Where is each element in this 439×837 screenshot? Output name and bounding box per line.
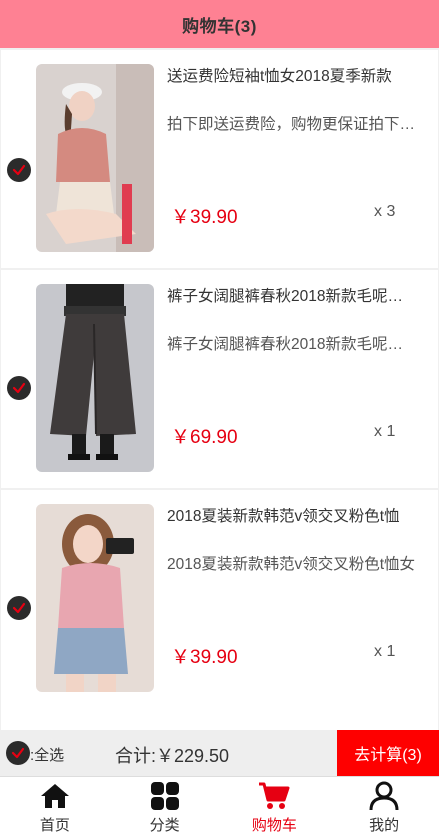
- product-quantity: x 1: [374, 643, 396, 660]
- item-checkbox[interactable]: [7, 376, 31, 400]
- product-title[interactable]: 送运费险短袖t恤女2018夏季新款: [167, 64, 417, 86]
- product-title[interactable]: 裤子女阔腿裤春秋2018新款毛呢高腰: [167, 284, 417, 306]
- cart-icon: [259, 782, 290, 809]
- header-bar: 购物车(3): [0, 0, 439, 48]
- select-all-checkbox[interactable]: [6, 741, 30, 765]
- product-description: 2018夏装新款韩范v领交叉粉色t恤女: [167, 556, 416, 573]
- check-icon: [12, 382, 26, 394]
- tab-category[interactable]: 分类: [110, 777, 220, 837]
- product-image[interactable]: [36, 504, 154, 692]
- tab-label: 购物车: [251, 817, 297, 834]
- cart-item[interactable]: 裤子女阔腿裤春秋2018新款毛呢高腰 裤子女阔腿裤春秋2018新款毛呢高腰垂感 …: [1, 270, 438, 488]
- tab-home[interactable]: 首页: [0, 777, 110, 837]
- tab-profile[interactable]: 我的: [329, 777, 439, 837]
- check-icon: [12, 602, 26, 614]
- product-price: ￥39.90: [171, 647, 238, 668]
- product-price: ￥39.90: [171, 207, 238, 228]
- tab-cart[interactable]: 购物车: [220, 777, 330, 837]
- bottom-tab-bar: 首页 分类 购物车 我的: [0, 776, 439, 837]
- page-title: 购物车(3): [182, 16, 257, 36]
- product-quantity: x 3: [374, 203, 396, 220]
- product-description: 拍下即送运费险，购物更保证拍下即送: [167, 116, 417, 133]
- home-icon: [40, 784, 69, 808]
- item-checkbox[interactable]: [7, 158, 31, 182]
- tab-label: 分类: [149, 817, 180, 834]
- cart-item-partial: [1, 708, 438, 730]
- checkout-button[interactable]: 去计算(3): [337, 730, 439, 776]
- item-checkbox[interactable]: [7, 596, 31, 620]
- product-description: 裤子女阔腿裤春秋2018新款毛呢高腰垂感: [167, 336, 417, 353]
- select-all-label[interactable]: :全选: [30, 744, 64, 765]
- check-icon: [12, 164, 26, 176]
- product-quantity: x 1: [374, 423, 396, 440]
- product-title[interactable]: 2018夏装新款韩范v领交叉粉色t恤: [167, 504, 417, 526]
- tab-label: 首页: [39, 817, 70, 834]
- product-image[interactable]: [36, 284, 154, 472]
- category-icon: [150, 782, 179, 810]
- product-price: ￥69.90: [171, 427, 238, 448]
- cart-item[interactable]: 送运费险短袖t恤女2018夏季新款 拍下即送运费险，购物更保证拍下即送 ￥39.…: [1, 50, 438, 268]
- product-image[interactable]: [36, 64, 154, 252]
- user-icon: [369, 781, 399, 811]
- tab-label: 我的: [369, 817, 400, 834]
- check-icon: [11, 747, 25, 759]
- cart-item[interactable]: 2018夏装新款韩范v领交叉粉色t恤 2018夏装新款韩范v领交叉粉色t恤女 ￥…: [1, 490, 438, 708]
- total-price: 合计:￥229.50: [115, 746, 230, 766]
- cart-summary-bar: :全选 合计:￥229.50 去计算(3): [0, 730, 439, 776]
